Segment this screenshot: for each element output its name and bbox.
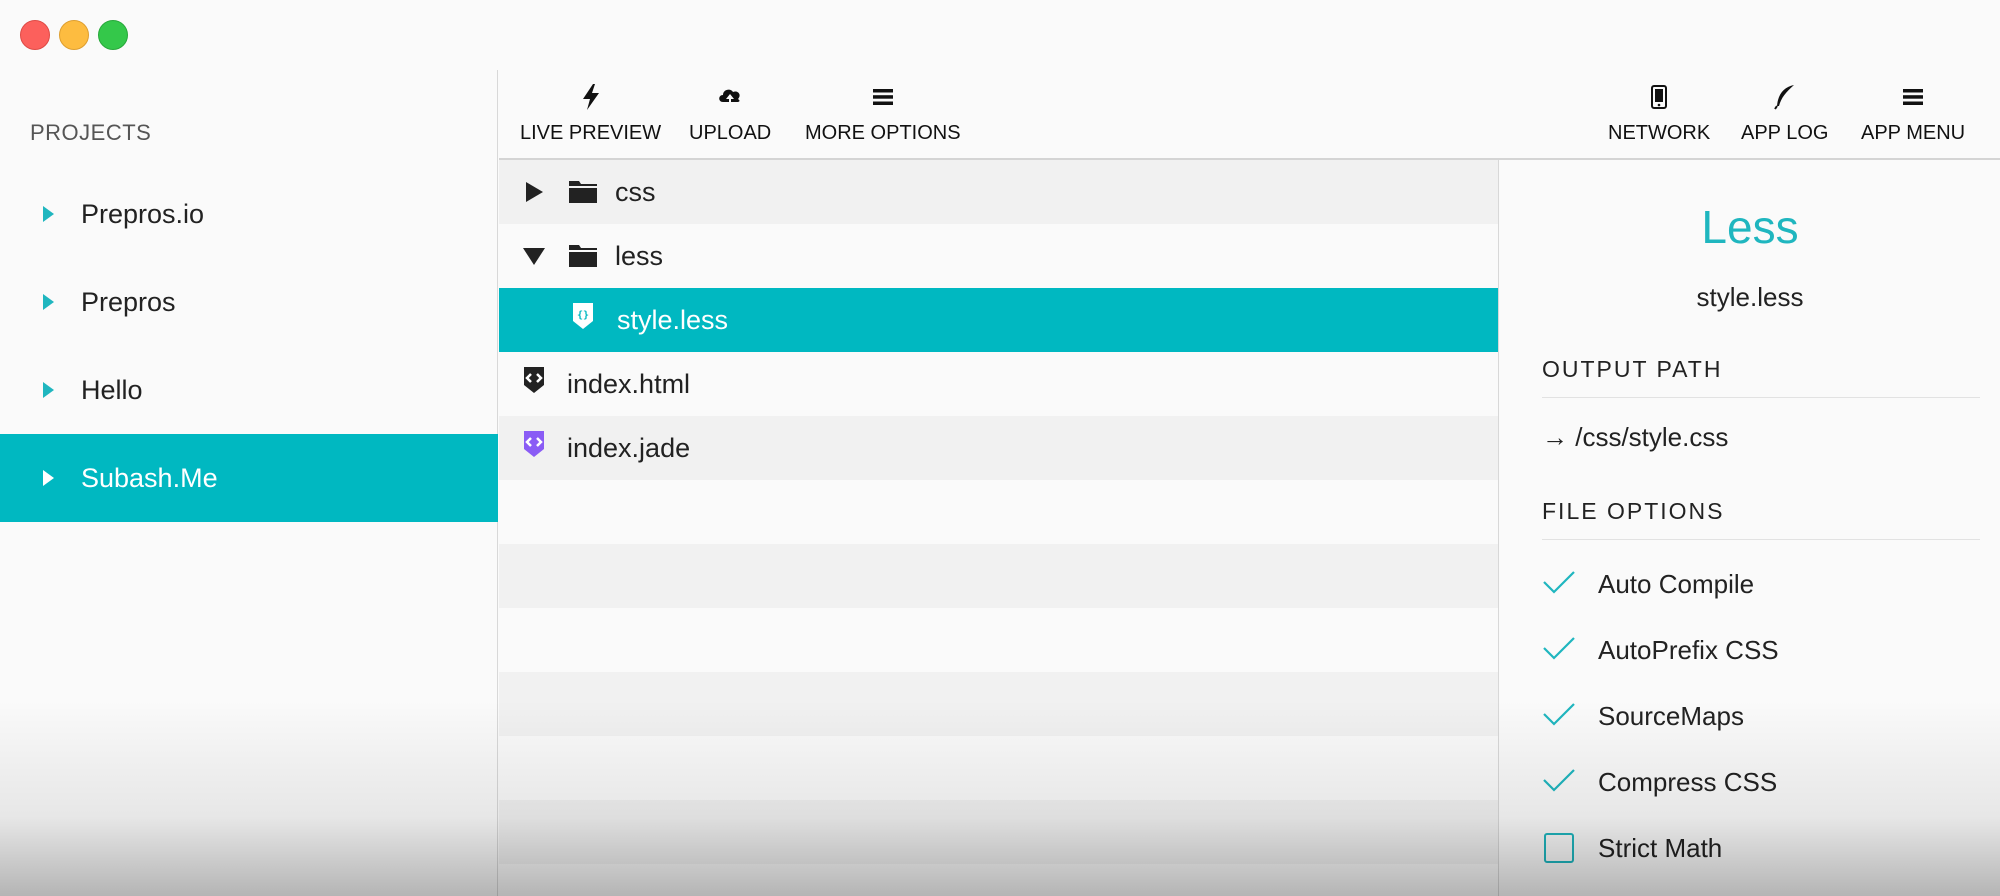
folder-icon — [568, 178, 598, 209]
zoom-window-button[interactable] — [98, 20, 128, 50]
toolbar-label: LIVE PREVIEW — [520, 122, 662, 144]
tree-row-file-selected[interactable]: {} style.less — [499, 288, 1498, 352]
projects-sidebar: PROJECTS Prepros.io Prepros Hello Subash… — [0, 70, 498, 896]
tree-item-name: index.html — [567, 368, 691, 399]
toolbar-label: NETWORK — [1608, 122, 1711, 144]
option-autoprefix-css[interactable]: AutoPrefix CSS — [1542, 630, 1779, 670]
option-compress-css[interactable]: Compress CSS — [1542, 762, 1777, 802]
caret-right-icon — [43, 206, 54, 222]
option-label: Auto Compile — [1598, 568, 1755, 599]
svg-text:{}: {} — [577, 310, 589, 321]
project-list: Prepros.io Prepros Hello Subash.Me — [0, 170, 498, 522]
tree-row-empty — [499, 800, 1498, 864]
bolt-icon — [581, 80, 601, 114]
mobile-icon — [1651, 80, 1668, 114]
toolbar-label: APP LOG — [1741, 122, 1829, 144]
project-label: Hello — [81, 374, 143, 405]
file-type-title: Less — [1701, 201, 1799, 253]
project-item-active[interactable]: Subash.Me — [0, 434, 498, 522]
disclosure-expanded-icon[interactable] — [523, 247, 545, 265]
tree-item-name: css — [615, 176, 656, 207]
tree-row-empty — [499, 864, 1498, 896]
file-name: style.less — [1696, 282, 1804, 312]
caret-right-icon — [43, 382, 54, 398]
upload-button[interactable]: UPLOAD — [689, 80, 771, 145]
network-button[interactable]: NETWORK — [1608, 80, 1710, 145]
tree-item-name: index.jade — [567, 432, 691, 463]
more-options-button[interactable]: MORE OPTIONS — [805, 80, 961, 145]
tree-item-name: style.less — [617, 304, 729, 335]
toolbar-label: MORE OPTIONS — [805, 122, 961, 144]
menu-icon — [1903, 80, 1924, 114]
output-path[interactable]: → /css/style.css — [1542, 422, 1728, 453]
tree-row-empty — [499, 608, 1498, 672]
file-tree: css less {} style.less index.html index.… — [499, 160, 1499, 896]
tree-item-name: less — [615, 240, 664, 271]
less-file-icon: {} — [571, 302, 595, 335]
tree-row-folder[interactable]: css — [499, 160, 1498, 224]
file-options-heading: FILE OPTIONS — [1542, 498, 1980, 540]
checkmark-icon — [1542, 569, 1576, 600]
app-window: PROJECTS Prepros.io Prepros Hello Subash… — [0, 0, 2000, 896]
close-window-button[interactable] — [20, 20, 50, 50]
tree-row-file[interactable]: index.jade — [499, 416, 1498, 480]
app-log-button[interactable]: APP LOG — [1741, 80, 1828, 145]
project-item[interactable]: Prepros.io — [0, 170, 498, 258]
project-item[interactable]: Hello — [0, 346, 498, 434]
checkmark-icon — [1542, 767, 1576, 798]
app-menu-button[interactable]: APP MENU — [1861, 80, 1965, 145]
output-path-heading: OUTPUT PATH — [1542, 356, 1980, 398]
folder-icon — [568, 242, 598, 273]
project-item[interactable]: Prepros — [0, 258, 498, 346]
disclosure-collapsed-icon[interactable] — [526, 182, 543, 202]
toolbar-label: UPLOAD — [689, 122, 772, 144]
file-options-panel: Less style.less OUTPUT PATH → /css/style… — [1500, 160, 2000, 896]
minimize-window-button[interactable] — [59, 20, 89, 50]
option-sourcemaps[interactable]: SourceMaps — [1542, 696, 1744, 736]
toolbar-label: APP MENU — [1861, 122, 1966, 144]
tree-row-file[interactable]: index.html — [499, 352, 1498, 416]
sidebar-title: PROJECTS — [30, 120, 152, 145]
html-file-icon — [522, 366, 546, 399]
window-controls — [20, 20, 128, 50]
project-label: Prepros.io — [81, 198, 205, 229]
live-preview-button[interactable]: LIVE PREVIEW — [520, 80, 661, 145]
cloud-upload-icon — [717, 80, 743, 114]
tree-row-folder[interactable]: less — [499, 224, 1498, 288]
option-auto-compile[interactable]: Auto Compile — [1542, 564, 1754, 604]
option-label: Strict Math — [1598, 832, 1723, 863]
checkmark-icon — [1542, 701, 1576, 732]
option-label: SourceMaps — [1598, 700, 1744, 731]
caret-right-icon — [43, 470, 54, 486]
project-label: Prepros — [81, 286, 176, 317]
menu-icon — [872, 80, 893, 114]
feather-icon — [1773, 80, 1796, 114]
jade-file-icon — [522, 430, 546, 463]
unchecked-checkbox[interactable] — [1544, 833, 1574, 863]
option-label: Compress CSS — [1598, 766, 1778, 797]
checkmark-icon — [1542, 635, 1576, 666]
tree-row-empty — [499, 736, 1498, 800]
toolbar: LIVE PREVIEW UPLOAD MORE OPTIONS NETWORK… — [499, 70, 2000, 160]
tree-row-empty — [499, 672, 1498, 736]
tree-row-empty — [499, 544, 1498, 608]
tree-row-empty — [499, 480, 1498, 544]
project-label: Subash.Me — [81, 462, 218, 493]
caret-right-icon — [43, 294, 54, 310]
option-strict-math[interactable]: Strict Math — [1542, 828, 1722, 868]
option-label: AutoPrefix CSS — [1598, 634, 1779, 665]
